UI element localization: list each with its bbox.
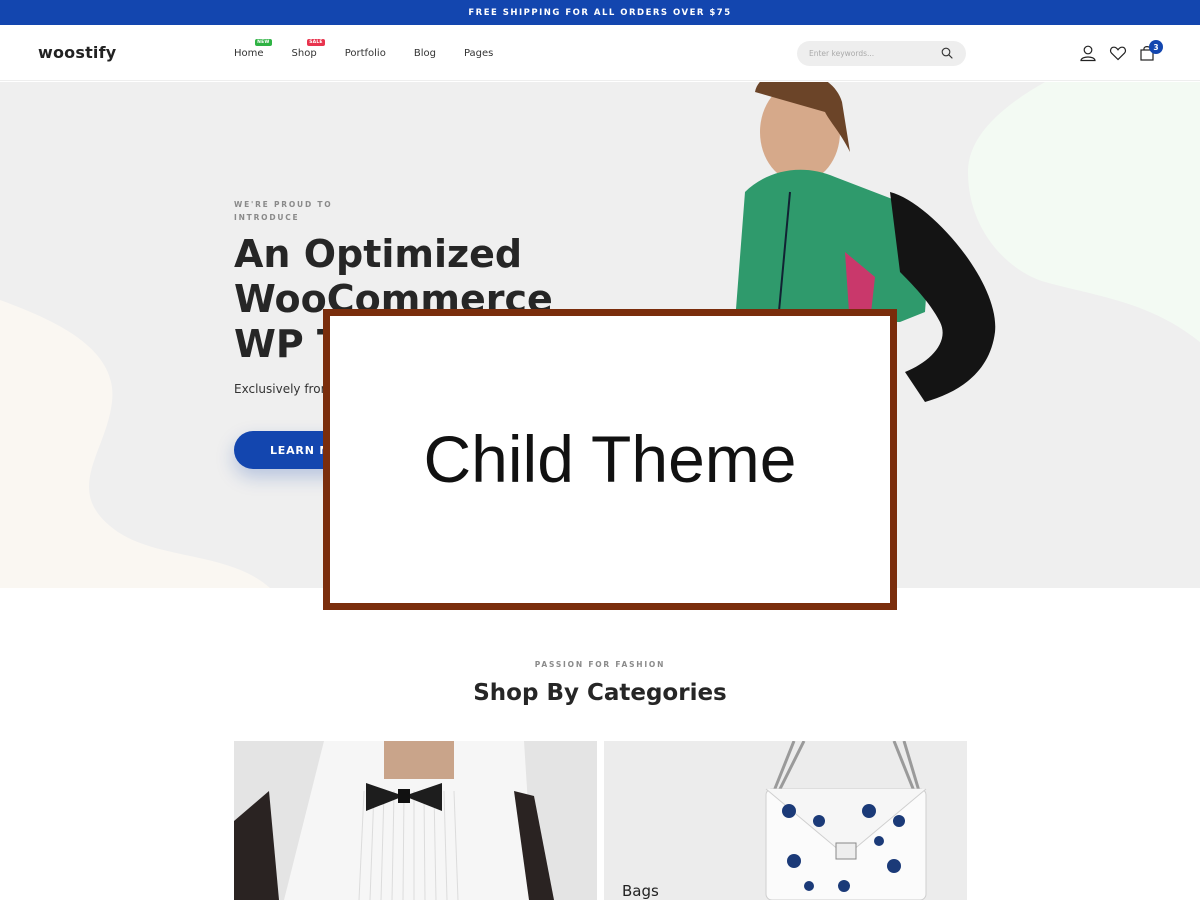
category-label: Bags [622, 882, 659, 900]
search-bar [797, 41, 966, 66]
categories-title: Shop By Categories [473, 680, 727, 706]
nav-item-blog[interactable]: Blog [414, 48, 436, 59]
categories-eyebrow: PASSION FOR FASHION [534, 660, 666, 669]
new-badge: NEW [255, 39, 272, 46]
site-logo[interactable]: woostify [38, 43, 116, 62]
heart-icon[interactable] [1109, 44, 1127, 62]
nav-item-shop[interactable]: Shop SALE [291, 39, 325, 59]
cart-count-badge: 3 [1149, 40, 1163, 54]
nav-item-home[interactable]: Home NEW [234, 39, 272, 59]
search-input[interactable] [809, 46, 929, 61]
nav-label: Pages [463, 48, 494, 59]
nav-label: Shop [291, 48, 317, 59]
category-image [234, 741, 597, 900]
search-icon[interactable] [941, 47, 953, 59]
child-theme-overlay: Child Theme [323, 309, 897, 610]
category-image [604, 741, 967, 900]
main-nav: Home NEW Shop SALE Portfolio Blog Pages [234, 39, 521, 59]
sale-badge: SALE [307, 39, 325, 46]
user-icon[interactable] [1079, 44, 1097, 62]
category-card-menswear[interactable] [234, 741, 597, 900]
hero-subtitle: Exclusively from [234, 382, 333, 396]
nav-item-pages[interactable]: Pages [464, 48, 493, 59]
nav-label: Portfolio [344, 48, 386, 59]
announcement-text: FREE SHIPPING FOR ALL ORDERS OVER $75 [468, 7, 732, 18]
nav-item-portfolio[interactable]: Portfolio [345, 48, 386, 59]
site-header: woostify Home NEW Shop SALE Portfolio Bl… [0, 25, 1200, 81]
nav-label: Blog [413, 48, 436, 59]
announcement-bar: FREE SHIPPING FOR ALL ORDERS OVER $75 [0, 0, 1200, 25]
hero-eyebrow: WE'RE PROUD TO INTRODUCE [234, 200, 333, 222]
nav-label: Home [234, 48, 264, 59]
category-card-bags[interactable]: Bags [604, 741, 967, 900]
overlay-text: Child Theme [423, 421, 797, 496]
